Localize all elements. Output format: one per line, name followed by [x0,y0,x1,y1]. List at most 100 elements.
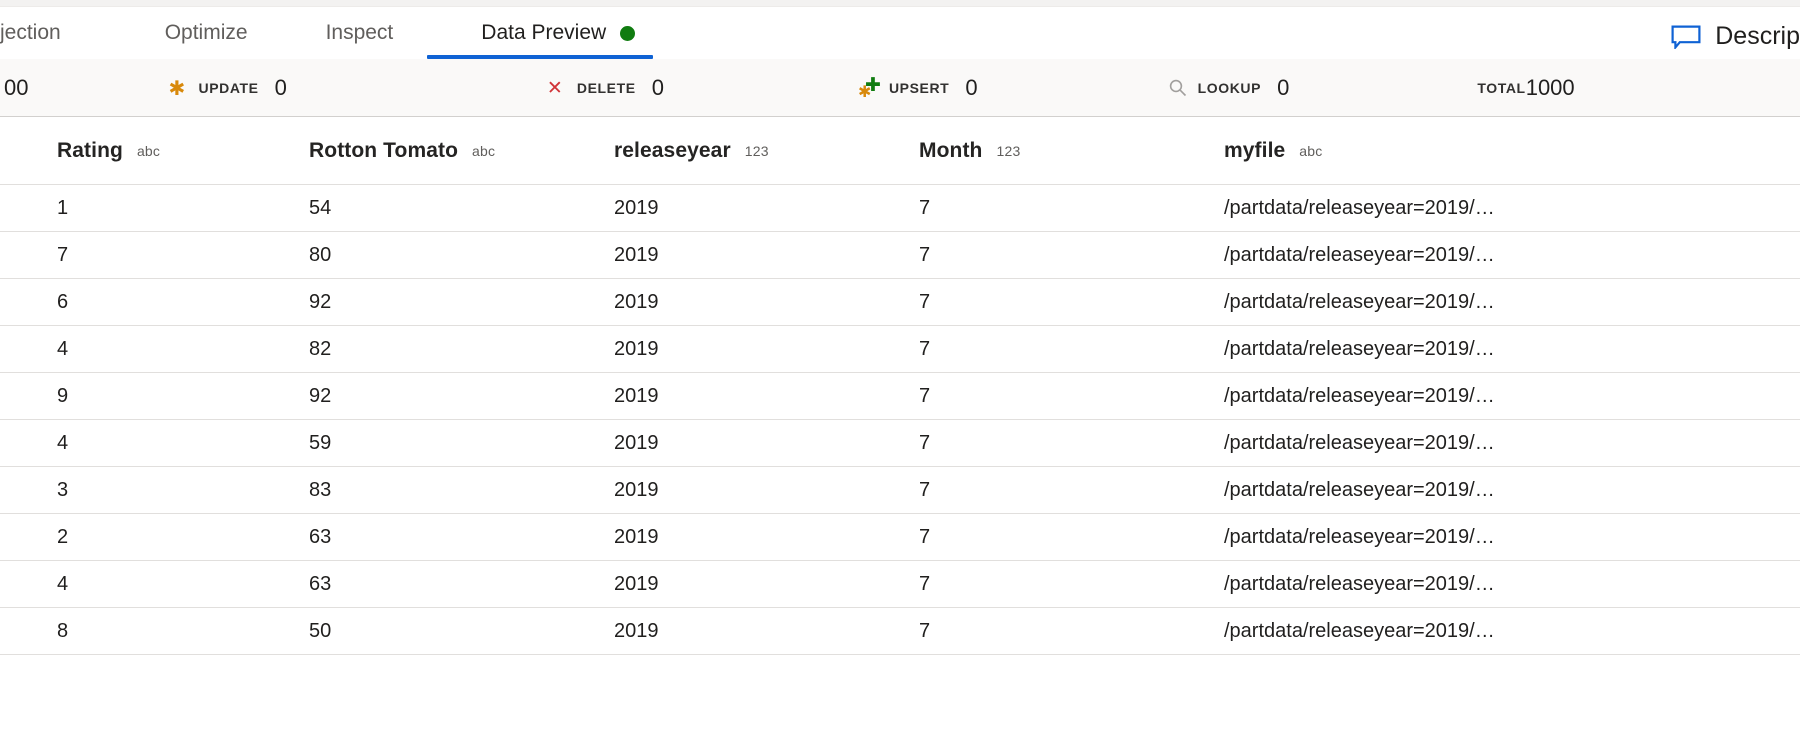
x-icon: ✕ [546,76,563,99]
cell-value: 7 [919,384,931,407]
table-cell-releaseyear[interactable]: 2019 [610,385,915,408]
table-cell-myfile[interactable]: /partdata/releaseyear=2019/… [1220,479,1800,502]
table-cell-rottontomato[interactable]: 63 [305,573,610,596]
window-top-strip [0,0,1800,7]
stat-lookup: LOOKUP 0 [978,59,1289,117]
table-cell-rottontomato[interactable]: 50 [305,620,610,643]
cell-value: 7 [919,478,931,501]
table-cell-month[interactable]: 7 [915,479,1220,502]
cell-value: 2019 [614,290,659,313]
table-cell-month[interactable]: 7 [915,244,1220,267]
table-cell-rottontomato[interactable]: 82 [305,338,610,361]
cell-value: 82 [309,337,332,360]
tab-jection[interactable]: jection [0,7,87,59]
table-cell-month[interactable]: 7 [915,620,1220,643]
column-header-rating[interactable]: Rating abc [0,139,305,163]
table-cell-rating[interactable]: 8 [0,620,305,643]
table-cell-rating[interactable]: 1 [0,197,305,220]
cell-value: 2019 [614,196,659,219]
table-cell-myfile[interactable]: /partdata/releaseyear=2019/… [1220,526,1800,549]
tab-label: jection [0,21,61,44]
table-row[interactable]: 8 50 2019 7/partdata/releaseyear=2019/… [0,608,1800,655]
table-cell-rating[interactable]: 7 [0,244,305,267]
tab-optimize[interactable]: Optimize [87,7,274,59]
table-cell-rating[interactable]: 3 [0,479,305,502]
table-cell-rottontomato[interactable]: 80 [305,244,610,267]
stat-value: 00 [4,74,29,100]
table-cell-releaseyear[interactable]: 2019 [610,338,915,361]
table-row[interactable]: 1 54 2019 7/partdata/releaseyear=2019/… [0,185,1800,232]
cell-value: 4 [57,572,69,595]
column-header-label: releaseyear [614,138,731,162]
table-row[interactable]: 7 80 2019 7/partdata/releaseyear=2019/… [0,232,1800,279]
column-type-indicator: abc [136,142,161,159]
table-cell-myfile[interactable]: /partdata/releaseyear=2019/… [1220,338,1800,361]
table-cell-rottontomato[interactable]: 63 [305,526,610,549]
tab-inspect[interactable]: Inspect [274,7,420,59]
table-cell-releaseyear[interactable]: 2019 [610,620,915,643]
table-cell-rating[interactable]: 2 [0,526,305,549]
table-cell-month[interactable]: 7 [915,573,1220,596]
table-cell-myfile[interactable]: /partdata/releaseyear=2019/… [1220,197,1800,220]
table-cell-rating[interactable]: 4 [0,573,305,596]
table-cell-releaseyear[interactable]: 2019 [610,479,915,502]
table-cell-myfile[interactable]: /partdata/releaseyear=2019/… [1220,385,1800,408]
description-button[interactable]: Descrip [1671,22,1800,51]
column-header-releaseyear[interactable]: releaseyear 123 [610,139,915,163]
stat-value: 0 [965,74,978,100]
table-cell-releaseyear[interactable]: 2019 [610,526,915,549]
tab-label: Optimize [164,21,248,44]
table-cell-month[interactable]: 7 [915,526,1220,549]
table-cell-rottontomato[interactable]: 92 [305,291,610,314]
column-header-label: Month [919,138,983,162]
table-cell-rottontomato[interactable]: 59 [305,432,610,455]
description-label: Descrip [1715,22,1800,50]
table-row[interactable]: 4 59 2019 7/partdata/releaseyear=2019/… [0,420,1800,467]
table-cell-myfile[interactable]: /partdata/releaseyear=2019/… [1220,573,1800,596]
table-row[interactable]: 3 83 2019 7/partdata/releaseyear=2019/… [0,467,1800,514]
table-cell-rating[interactable]: 4 [0,338,305,361]
cell-value: 63 [309,525,332,548]
cell-value: /partdata/releaseyear=2019/… [1224,619,1495,642]
column-header-myfile[interactable]: myfile abc [1220,139,1800,163]
tab-data-preview[interactable]: Data Preview [419,7,661,59]
table-cell-rating[interactable]: 9 [0,385,305,408]
table-cell-month[interactable]: 7 [915,291,1220,314]
table-row[interactable]: 4 82 2019 7/partdata/releaseyear=2019/… [0,326,1800,373]
table-cell-rottontomato[interactable]: 54 [305,197,610,220]
table-cell-releaseyear[interactable]: 2019 [610,432,915,455]
column-header-month[interactable]: Month 123 [915,139,1220,163]
table-row[interactable]: 4 63 2019 7/partdata/releaseyear=2019/… [0,561,1800,608]
table-cell-month[interactable]: 7 [915,197,1220,220]
table-cell-month[interactable]: 7 [915,432,1220,455]
cell-value: /partdata/releaseyear=2019/… [1224,290,1495,313]
table-cell-rating[interactable]: 4 [0,432,305,455]
table-cell-rottontomato[interactable]: 92 [305,385,610,408]
cell-value: 2019 [614,384,659,407]
table-cell-releaseyear[interactable]: 2019 [610,244,915,267]
cell-value: 83 [309,478,332,501]
table-cell-myfile[interactable]: /partdata/releaseyear=2019/… [1220,432,1800,455]
column-header-rotton-tomato[interactable]: Rotton Tomato abc [305,139,610,163]
table-cell-releaseyear[interactable]: 2019 [610,573,915,596]
tab-label: Data Preview [481,21,607,44]
table-cell-month[interactable]: 7 [915,385,1220,408]
column-type-indicator: abc [1299,142,1323,159]
table-row[interactable]: 6 92 2019 7/partdata/releaseyear=2019/… [0,279,1800,326]
table-cell-rottontomato[interactable]: 83 [305,479,610,502]
cell-value: 6 [57,290,69,313]
table-cell-month[interactable]: 7 [915,338,1220,361]
table-cell-rating[interactable]: 6 [0,291,305,314]
cell-value: 2019 [614,431,659,454]
table-row[interactable]: 9 92 2019 7/partdata/releaseyear=2019/… [0,373,1800,420]
table-cell-myfile[interactable]: /partdata/releaseyear=2019/… [1220,620,1800,643]
cell-value: 2019 [614,243,659,266]
table-cell-releaseyear[interactable]: 2019 [610,291,915,314]
table-cell-myfile[interactable]: /partdata/releaseyear=2019/… [1220,291,1800,314]
cell-value: 2019 [614,619,659,642]
status-dot-icon [620,25,636,41]
table-row[interactable]: 2 63 2019 7/partdata/releaseyear=2019/… [0,514,1800,561]
cell-value: /partdata/releaseyear=2019/… [1224,243,1495,266]
table-cell-releaseyear[interactable]: 2019 [610,197,915,220]
table-cell-myfile[interactable]: /partdata/releaseyear=2019/… [1220,244,1800,267]
